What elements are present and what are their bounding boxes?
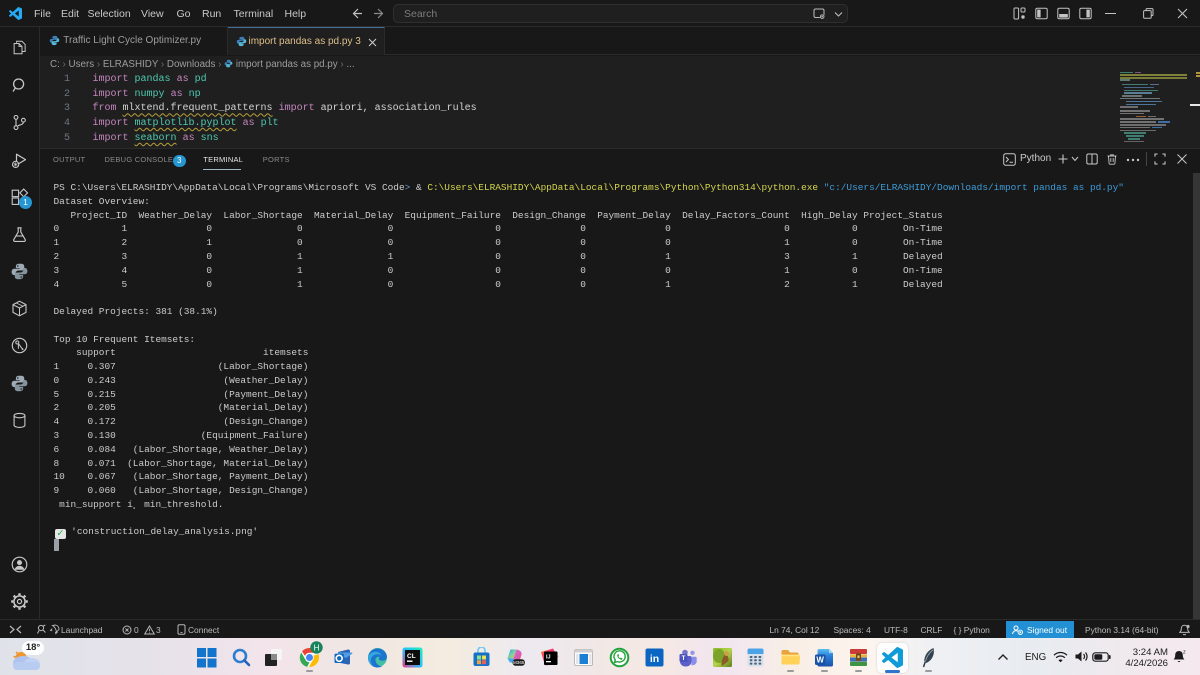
svg-text:T: T xyxy=(681,655,685,662)
svg-text:IJ: IJ xyxy=(546,655,551,661)
svg-text:W: W xyxy=(816,656,824,665)
svg-text:CL: CL xyxy=(407,653,416,660)
svg-text:in: in xyxy=(649,653,658,665)
svg-text:M365: M365 xyxy=(513,660,525,665)
svg-text:H: H xyxy=(314,644,320,653)
svg-text:z: z xyxy=(1183,650,1186,656)
